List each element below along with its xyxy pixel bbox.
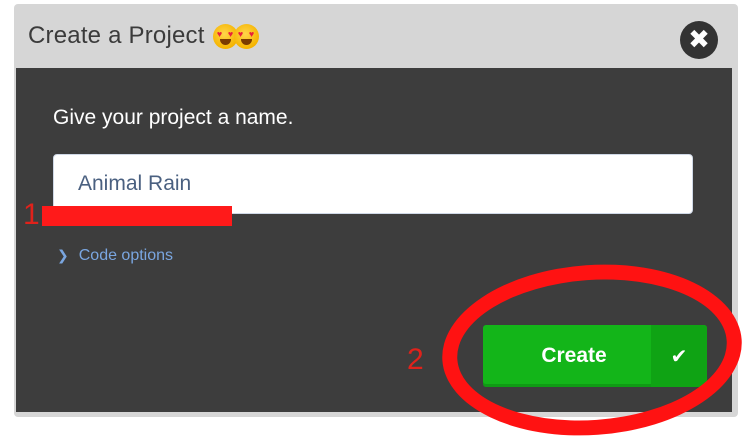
annotation-step-2: 2 — [407, 343, 424, 376]
code-options-label: Code options — [78, 247, 174, 264]
dialog-title: Create a Project ♥ ♥ ♥ ♥ — [28, 22, 259, 50]
close-button[interactable]: ✖ — [680, 21, 718, 59]
close-icon: ✖ — [688, 25, 710, 55]
heart-eyes-emoji-icon-2: ♥ ♥ — [233, 23, 259, 49]
chevron-right-icon: ❯ — [57, 248, 69, 264]
annotation-step-1: 1 — [23, 198, 40, 231]
dialog-title-bar: Create a Project ♥ ♥ ♥ ♥ ✖ — [14, 4, 738, 68]
annotation-underline — [42, 206, 232, 226]
dialog-title-text: Create a Project — [28, 22, 205, 49]
code-options-toggle[interactable]: ❯ Code options — [57, 247, 173, 265]
project-name-input[interactable] — [53, 154, 693, 214]
project-name-prompt: Give your project a name. — [53, 106, 294, 129]
heart-eyes-emoji-icon: ♥ ♥ ♥ ♥ — [212, 23, 259, 49]
